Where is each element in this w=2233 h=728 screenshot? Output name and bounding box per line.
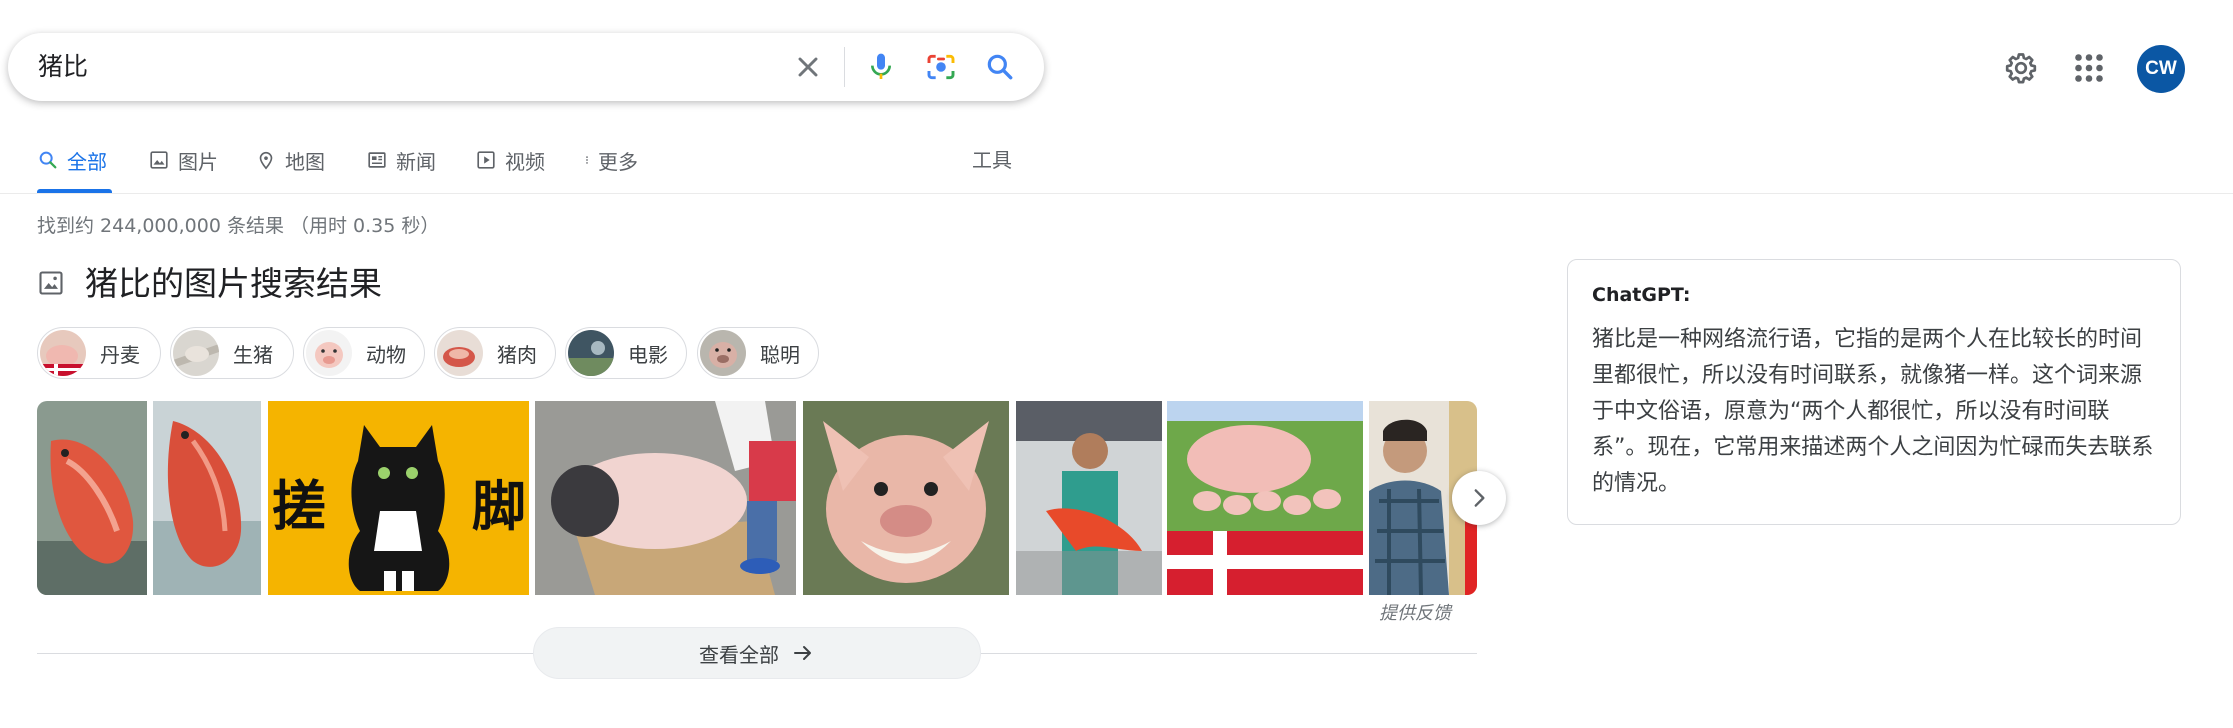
image-result[interactable] bbox=[153, 401, 261, 595]
chip-label: 动物 bbox=[366, 342, 406, 367]
result-stats: 找到约 244,000,000 条结果 （用时 0.35 秒） bbox=[37, 215, 440, 237]
gear-icon[interactable] bbox=[2003, 50, 2039, 86]
image-icon bbox=[150, 151, 168, 169]
tab-label: 视频 bbox=[505, 149, 545, 174]
search-icon bbox=[39, 151, 57, 169]
more-vert-icon bbox=[586, 156, 588, 164]
microphone-icon[interactable] bbox=[865, 51, 897, 83]
chip-label: 聪明 bbox=[760, 342, 800, 367]
chip-label: 猪肉 bbox=[497, 342, 537, 367]
news-icon bbox=[368, 152, 386, 168]
apps-grid-icon[interactable] bbox=[2071, 50, 2107, 86]
chip-thumbnail bbox=[700, 330, 746, 376]
image-result[interactable] bbox=[535, 401, 796, 595]
tab-all[interactable]: 全部 bbox=[37, 144, 107, 176]
thumbnail-text: 脚 bbox=[472, 475, 526, 538]
tab-news[interactable]: 新闻 bbox=[366, 144, 436, 176]
tab-label: 全部 bbox=[67, 149, 107, 174]
image-result[interactable] bbox=[1016, 401, 1162, 595]
feedback-link[interactable]: 提供反馈 bbox=[1379, 601, 1451, 627]
chip-thumbnail bbox=[173, 330, 219, 376]
search-divider bbox=[844, 47, 845, 87]
chip-thumbnail bbox=[437, 330, 483, 376]
tab-images[interactable]: 图片 bbox=[148, 144, 218, 176]
image-result[interactable] bbox=[1167, 401, 1363, 595]
tabs-divider bbox=[0, 193, 2233, 194]
search-icon[interactable] bbox=[984, 51, 1016, 83]
see-all-button[interactable]: 查看全部 bbox=[533, 627, 981, 679]
see-all-label: 查看全部 bbox=[699, 642, 779, 667]
chip-label: 电影 bbox=[628, 342, 668, 367]
chatgpt-panel: ChatGPT: 猪比是一种网络流行语，它指的是两个人在比较长的时间里都很忙，所… bbox=[1567, 259, 2181, 525]
tab-more[interactable]: 更多 bbox=[582, 144, 638, 176]
image-result[interactable]: 搓 脚 bbox=[268, 401, 529, 595]
camera-lens-icon[interactable] bbox=[925, 51, 957, 83]
panel-text: 猪比是一种网络流行语，它指的是两个人在比较长的时间里都很忙，所以没有时间联系，就… bbox=[1592, 327, 2154, 496]
map-pin-icon bbox=[259, 151, 273, 170]
chip-denmark[interactable]: 丹麦 bbox=[37, 327, 161, 379]
image-pack-title[interactable]: 猪比的图片搜索结果 bbox=[85, 262, 382, 306]
chevron-right-icon bbox=[1474, 489, 1485, 507]
chip-thumbnail bbox=[306, 330, 352, 376]
panel-title: ChatGPT: bbox=[1592, 284, 1691, 306]
tab-label: 更多 bbox=[598, 149, 638, 174]
image-result[interactable] bbox=[803, 401, 1009, 595]
tools-button[interactable]: 工具 bbox=[972, 144, 1012, 176]
play-icon bbox=[477, 151, 495, 169]
chip-label: 生猪 bbox=[233, 342, 273, 367]
chip-smart[interactable]: 聪明 bbox=[697, 327, 819, 379]
chip-live-pig[interactable]: 生猪 bbox=[170, 327, 294, 379]
image-result[interactable] bbox=[37, 401, 147, 595]
avatar[interactable]: CW bbox=[2137, 45, 2185, 93]
carousel-next-button[interactable] bbox=[1452, 471, 1506, 525]
close-icon[interactable] bbox=[792, 51, 824, 83]
chip-animal[interactable]: 动物 bbox=[303, 327, 425, 379]
tab-videos[interactable]: 视频 bbox=[475, 144, 545, 176]
search-box[interactable]: 猪比 bbox=[8, 33, 1044, 101]
tab-label: 新闻 bbox=[396, 149, 436, 174]
tab-label: 图片 bbox=[178, 149, 218, 174]
chip-thumbnail bbox=[568, 330, 614, 376]
chip-movie[interactable]: 电影 bbox=[565, 327, 687, 379]
tab-maps[interactable]: 地图 bbox=[255, 144, 325, 176]
thumbnail-text: 搓 bbox=[272, 475, 326, 538]
tab-label: 地图 bbox=[285, 149, 325, 174]
arrow-right-icon bbox=[794, 646, 811, 660]
chip-label: 丹麦 bbox=[100, 342, 140, 367]
chip-thumbnail bbox=[40, 330, 86, 376]
search-input[interactable]: 猪比 bbox=[38, 50, 88, 84]
image-icon bbox=[37, 269, 65, 297]
chip-pork[interactable]: 猪肉 bbox=[434, 327, 556, 379]
